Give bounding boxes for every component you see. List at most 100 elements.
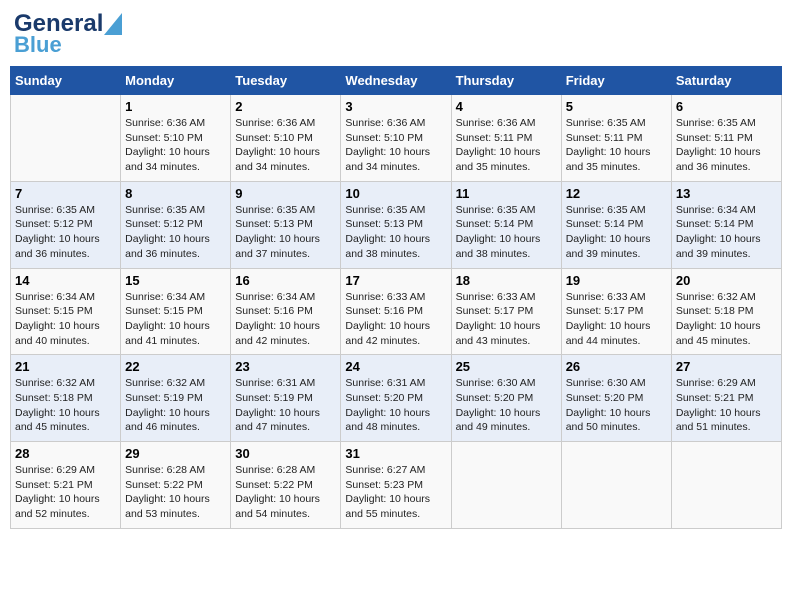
day-number: 4	[456, 99, 557, 114]
day-detail: Sunrise: 6:28 AM Sunset: 5:22 PM Dayligh…	[125, 463, 226, 522]
day-number: 17	[345, 273, 446, 288]
calendar-cell	[11, 95, 121, 182]
calendar-table: Sunday Monday Tuesday Wednesday Thursday…	[10, 66, 782, 529]
day-number: 5	[566, 99, 667, 114]
day-number: 3	[345, 99, 446, 114]
day-detail: Sunrise: 6:36 AM Sunset: 5:11 PM Dayligh…	[456, 116, 557, 175]
calendar-cell: 14 Sunrise: 6:34 AM Sunset: 5:15 PM Dayli…	[11, 268, 121, 355]
day-number: 21	[15, 359, 116, 374]
calendar-cell: 28Sunrise: 6:29 AM Sunset: 5:21 PM Dayli…	[11, 442, 121, 529]
calendar-cell: 8 Sunrise: 6:35 AM Sunset: 5:12 PM Daylig…	[121, 181, 231, 268]
calendar-cell: 27 Sunrise: 6:29 AM Sunset: 5:21 PM Dayli…	[671, 355, 781, 442]
col-thursday: Thursday	[451, 67, 561, 95]
calendar-week-row: 28Sunrise: 6:29 AM Sunset: 5:21 PM Dayli…	[11, 442, 782, 529]
calendar-cell: 26 Sunrise: 6:30 AM Sunset: 5:20 PM Dayli…	[561, 355, 671, 442]
calendar-cell: 10Sunrise: 6:35 AM Sunset: 5:13 PM Dayli…	[341, 181, 451, 268]
day-number: 13	[676, 186, 777, 201]
day-detail: Sunrise: 6:36 AM Sunset: 5:10 PM Dayligh…	[235, 116, 336, 175]
day-number: 1	[125, 99, 226, 114]
calendar-cell: 13 Sunrise: 6:34 AM Sunset: 5:14 PM Dayli…	[671, 181, 781, 268]
day-detail: Sunrise: 6:35 AM Sunset: 5:11 PM Dayligh…	[676, 116, 777, 175]
day-detail: Sunrise: 6:34 AM Sunset: 5:14 PM Dayligh…	[676, 203, 777, 262]
calendar-cell: 9 Sunrise: 6:35 AM Sunset: 5:13 PM Daylig…	[231, 181, 341, 268]
calendar-cell: 5Sunrise: 6:35 AM Sunset: 5:11 PM Daylig…	[561, 95, 671, 182]
calendar-cell	[451, 442, 561, 529]
day-detail: Sunrise: 6:28 AM Sunset: 5:22 PM Dayligh…	[235, 463, 336, 522]
page-header: General Blue	[10, 10, 782, 58]
day-number: 9	[235, 186, 336, 201]
col-tuesday: Tuesday	[231, 67, 341, 95]
calendar-cell: 15 Sunrise: 6:34 AM Sunset: 5:15 PM Dayli…	[121, 268, 231, 355]
calendar-header-row: Sunday Monday Tuesday Wednesday Thursday…	[11, 67, 782, 95]
day-number: 8	[125, 186, 226, 201]
col-sunday: Sunday	[11, 67, 121, 95]
calendar-cell: 30 Sunrise: 6:28 AM Sunset: 5:22 PM Dayli…	[231, 442, 341, 529]
day-detail: Sunrise: 6:30 AM Sunset: 5:20 PM Dayligh…	[566, 376, 667, 435]
day-detail: Sunrise: 6:33 AM Sunset: 5:17 PM Dayligh…	[566, 290, 667, 349]
day-number: 25	[456, 359, 557, 374]
day-detail: Sunrise: 6:35 AM Sunset: 5:12 PM Dayligh…	[125, 203, 226, 262]
day-number: 14	[15, 273, 116, 288]
calendar-cell: 24Sunrise: 6:31 AM Sunset: 5:20 PM Dayli…	[341, 355, 451, 442]
calendar-cell: 11Sunrise: 6:35 AM Sunset: 5:14 PM Dayli…	[451, 181, 561, 268]
calendar-week-row: 1 Sunrise: 6:36 AM Sunset: 5:10 PM Daylig…	[11, 95, 782, 182]
day-number: 22	[125, 359, 226, 374]
day-detail: Sunrise: 6:33 AM Sunset: 5:17 PM Dayligh…	[456, 290, 557, 349]
day-detail: Sunrise: 6:36 AM Sunset: 5:10 PM Dayligh…	[125, 116, 226, 175]
day-detail: Sunrise: 6:34 AM Sunset: 5:15 PM Dayligh…	[125, 290, 226, 349]
logo-triangle-icon	[104, 13, 122, 35]
calendar-cell: 25 Sunrise: 6:30 AM Sunset: 5:20 PM Dayli…	[451, 355, 561, 442]
calendar-cell: 18 Sunrise: 6:33 AM Sunset: 5:17 PM Dayli…	[451, 268, 561, 355]
day-number: 24	[345, 359, 446, 374]
day-number: 29	[125, 446, 226, 461]
col-wednesday: Wednesday	[341, 67, 451, 95]
day-detail: Sunrise: 6:35 AM Sunset: 5:14 PM Dayligh…	[456, 203, 557, 262]
day-detail: Sunrise: 6:35 AM Sunset: 5:13 PM Dayligh…	[235, 203, 336, 262]
day-detail: Sunrise: 6:35 AM Sunset: 5:14 PM Dayligh…	[566, 203, 667, 262]
day-number: 7	[15, 186, 116, 201]
calendar-cell: 29 Sunrise: 6:28 AM Sunset: 5:22 PM Dayli…	[121, 442, 231, 529]
calendar-cell	[561, 442, 671, 529]
col-friday: Friday	[561, 67, 671, 95]
calendar-cell: 20Sunrise: 6:32 AM Sunset: 5:18 PM Dayli…	[671, 268, 781, 355]
calendar-cell: 17Sunrise: 6:33 AM Sunset: 5:16 PM Dayli…	[341, 268, 451, 355]
day-detail: Sunrise: 6:30 AM Sunset: 5:20 PM Dayligh…	[456, 376, 557, 435]
day-number: 26	[566, 359, 667, 374]
day-detail: Sunrise: 6:35 AM Sunset: 5:12 PM Dayligh…	[15, 203, 116, 262]
calendar-cell: 22 Sunrise: 6:32 AM Sunset: 5:19 PM Dayli…	[121, 355, 231, 442]
day-number: 18	[456, 273, 557, 288]
calendar-cell: 16Sunrise: 6:34 AM Sunset: 5:16 PM Dayli…	[231, 268, 341, 355]
day-number: 2	[235, 99, 336, 114]
day-number: 31	[345, 446, 446, 461]
day-number: 30	[235, 446, 336, 461]
day-detail: Sunrise: 6:31 AM Sunset: 5:19 PM Dayligh…	[235, 376, 336, 435]
day-detail: Sunrise: 6:32 AM Sunset: 5:19 PM Dayligh…	[125, 376, 226, 435]
calendar-body: 1 Sunrise: 6:36 AM Sunset: 5:10 PM Daylig…	[11, 95, 782, 529]
col-saturday: Saturday	[671, 67, 781, 95]
day-number: 23	[235, 359, 336, 374]
calendar-cell: 2 Sunrise: 6:36 AM Sunset: 5:10 PM Daylig…	[231, 95, 341, 182]
day-number: 6	[676, 99, 777, 114]
day-detail: Sunrise: 6:29 AM Sunset: 5:21 PM Dayligh…	[676, 376, 777, 435]
day-detail: Sunrise: 6:27 AM Sunset: 5:23 PM Dayligh…	[345, 463, 446, 522]
logo: General Blue	[14, 10, 123, 58]
day-detail: Sunrise: 6:36 AM Sunset: 5:10 PM Dayligh…	[345, 116, 446, 175]
day-number: 20	[676, 273, 777, 288]
calendar-cell: 1 Sunrise: 6:36 AM Sunset: 5:10 PM Daylig…	[121, 95, 231, 182]
calendar-cell: 21 Sunrise: 6:32 AM Sunset: 5:18 PM Dayli…	[11, 355, 121, 442]
day-detail: Sunrise: 6:32 AM Sunset: 5:18 PM Dayligh…	[15, 376, 116, 435]
calendar-cell	[671, 442, 781, 529]
day-detail: Sunrise: 6:34 AM Sunset: 5:15 PM Dayligh…	[15, 290, 116, 349]
day-number: 10	[345, 186, 446, 201]
day-number: 19	[566, 273, 667, 288]
calendar-cell: 23 Sunrise: 6:31 AM Sunset: 5:19 PM Dayli…	[231, 355, 341, 442]
calendar-cell: 6 Sunrise: 6:35 AM Sunset: 5:11 PM Daylig…	[671, 95, 781, 182]
day-number: 15	[125, 273, 226, 288]
day-number: 12	[566, 186, 667, 201]
calendar-cell: 3 Sunrise: 6:36 AM Sunset: 5:10 PM Daylig…	[341, 95, 451, 182]
calendar-cell: 4 Sunrise: 6:36 AM Sunset: 5:11 PM Daylig…	[451, 95, 561, 182]
calendar-week-row: 14 Sunrise: 6:34 AM Sunset: 5:15 PM Dayli…	[11, 268, 782, 355]
col-monday: Monday	[121, 67, 231, 95]
calendar-cell: 7 Sunrise: 6:35 AM Sunset: 5:12 PM Daylig…	[11, 181, 121, 268]
day-number: 27	[676, 359, 777, 374]
